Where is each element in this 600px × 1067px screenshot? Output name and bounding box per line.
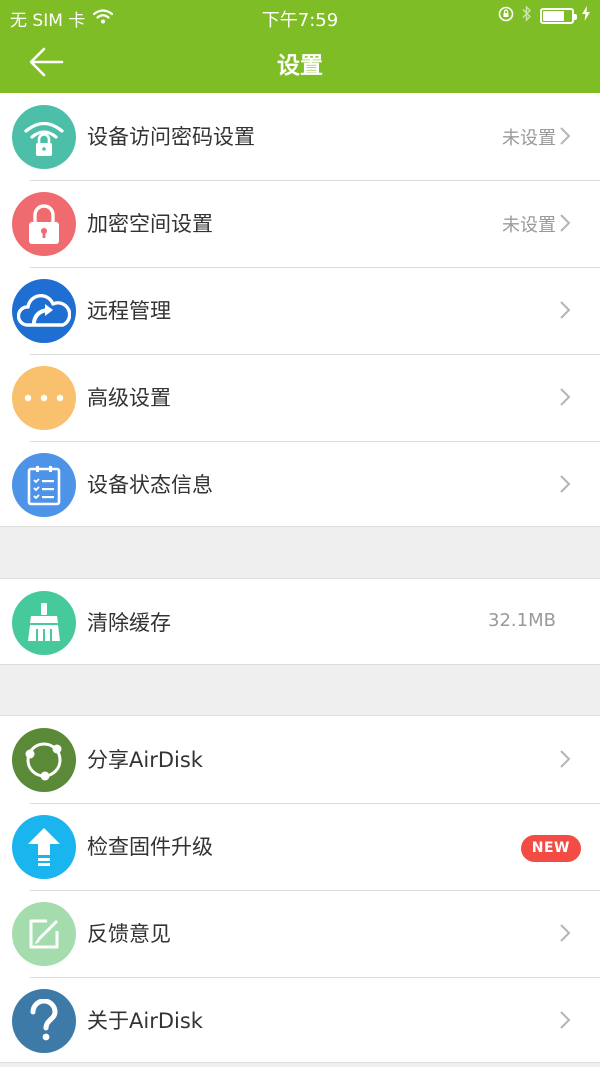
row-label: 加密空间设置 — [87, 212, 213, 236]
row-clear-cache[interactable]: 清除缓存 32.1MB — [0, 579, 600, 666]
chevron-right-icon — [560, 1011, 571, 1029]
row-label: 清除缓存 — [87, 611, 171, 635]
chevron-right-icon — [560, 475, 571, 493]
row-value: 未设置 — [502, 128, 556, 149]
chevron-right-icon — [560, 388, 571, 406]
row-label: 远程管理 — [87, 299, 171, 323]
share-nodes-icon — [12, 728, 76, 792]
upload-arrow-icon — [12, 815, 76, 879]
row-access-password[interactable]: 设备访问密码设置 未设置 — [0, 93, 600, 180]
padlock-icon — [12, 192, 76, 256]
row-feedback[interactable]: 反馈意见 — [0, 890, 600, 977]
cloud-arrow-icon — [12, 279, 76, 343]
battery-fill — [543, 11, 564, 21]
row-label: 检查固件升级 — [87, 835, 213, 859]
chevron-right-icon — [560, 924, 571, 942]
status-right — [498, 5, 590, 27]
row-share-airdisk[interactable]: 分享AirDisk — [0, 716, 600, 803]
back-arrow-icon — [29, 47, 64, 77]
chevron-right-icon — [560, 214, 571, 232]
row-encrypted-space[interactable]: 加密空间设置 未设置 — [0, 180, 600, 267]
row-label: 设备状态信息 — [87, 473, 213, 497]
row-label: 设备访问密码设置 — [87, 125, 255, 149]
orientation-lock-icon — [498, 6, 514, 27]
row-label: 分享AirDisk — [87, 748, 203, 772]
row-label: 反馈意见 — [87, 922, 171, 946]
edit-square-icon — [12, 902, 76, 966]
new-badge: NEW — [520, 835, 581, 862]
question-mark-icon — [12, 989, 76, 1053]
row-device-status[interactable]: 设备状态信息 — [0, 441, 600, 528]
chevron-right-icon — [560, 301, 571, 319]
row-advanced-settings[interactable]: 高级设置 — [0, 354, 600, 441]
back-button[interactable] — [26, 42, 76, 82]
status-bar: 无 SIM 卡 下午7:59 — [0, 0, 600, 34]
row-value: 未设置 — [502, 215, 556, 236]
chevron-right-icon — [560, 750, 571, 768]
nav-bar: 设置 — [0, 34, 600, 93]
row-label: 高级设置 — [87, 386, 171, 410]
row-label: 关于AirDisk — [87, 1009, 203, 1033]
settings-group-cache: 清除缓存 32.1MB — [0, 578, 600, 665]
row-remote-management[interactable]: 远程管理 — [0, 267, 600, 354]
broom-icon — [12, 591, 76, 655]
charging-icon — [582, 6, 590, 26]
settings-group-other: 分享AirDisk 检查固件升级 NEW 反馈意见 关于AirDisk — [0, 715, 600, 1063]
chevron-right-icon — [560, 127, 571, 145]
clipboard-list-icon — [12, 453, 76, 517]
more-dots-icon — [12, 366, 76, 430]
bluetooth-icon — [522, 5, 532, 27]
row-about-airdisk[interactable]: 关于AirDisk — [0, 977, 600, 1064]
battery-icon — [540, 8, 577, 24]
settings-group-device: 设备访问密码设置 未设置 加密空间设置 未设置 远程管理 高级设置 设备状态信息 — [0, 93, 600, 527]
row-firmware-upgrade[interactable]: 检查固件升级 NEW — [0, 803, 600, 890]
top-bar: 无 SIM 卡 下午7:59 设置 — [0, 0, 600, 93]
page-title: 设置 — [277, 53, 323, 79]
wifi-lock-icon — [12, 105, 76, 169]
cache-size: 32.1MB — [488, 610, 556, 631]
